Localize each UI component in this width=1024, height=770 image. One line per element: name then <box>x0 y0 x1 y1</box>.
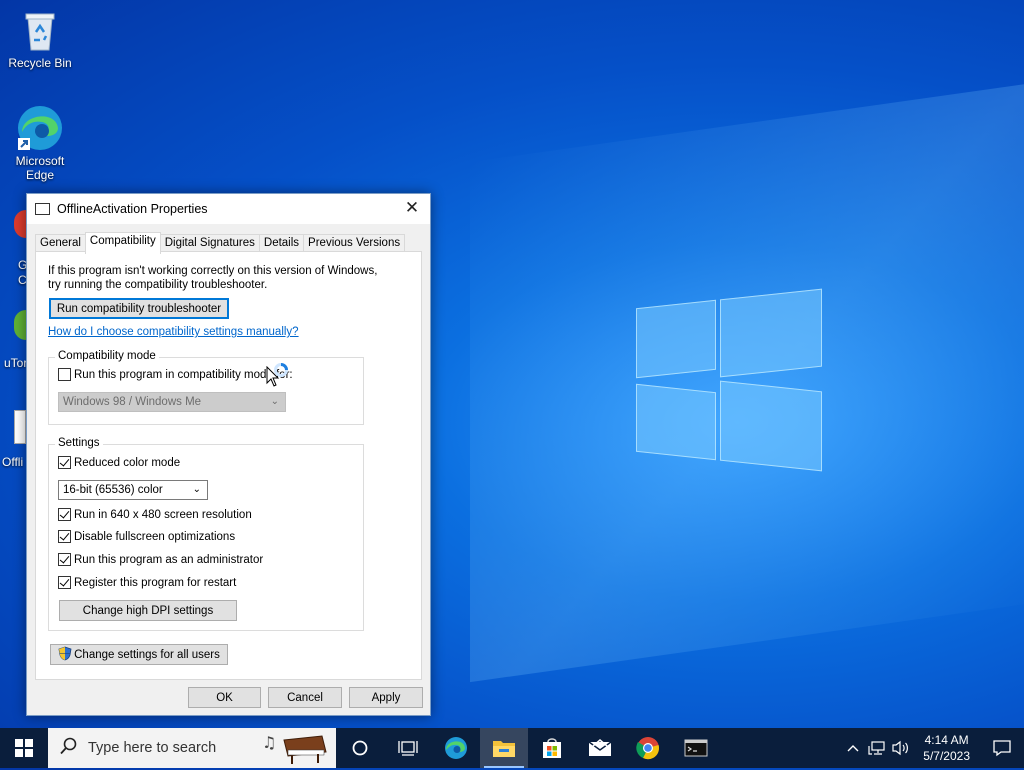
taskbar-file-explorer[interactable] <box>480 728 528 768</box>
desktop-label-partial: uTor <box>4 356 28 370</box>
clock-time: 4:14 AM <box>924 733 969 747</box>
network-button[interactable] <box>865 728 889 768</box>
desktop-icon-label: Recycle Bin <box>8 56 72 70</box>
cancel-button[interactable]: Cancel <box>268 687 342 708</box>
res-640-label: Run in 640 x 480 screen resolution <box>74 508 252 521</box>
run-troubleshooter-button[interactable]: Run compatibility troubleshooter <box>49 298 229 319</box>
volume-button[interactable] <box>889 728 913 768</box>
res-640-row[interactable]: Run in 640 x 480 screen resolution <box>58 508 252 521</box>
desktop-icon-offline-partial[interactable] <box>14 410 26 444</box>
task-view-icon <box>398 741 418 756</box>
notification-icon <box>993 740 1011 757</box>
ok-button[interactable]: OK <box>188 687 261 708</box>
disable-fullscreen-row[interactable]: Disable fullscreen optimizations <box>58 530 235 543</box>
task-view-button[interactable] <box>384 728 432 768</box>
svg-text:♫: ♫ <box>262 733 276 752</box>
start-button[interactable] <box>0 728 48 768</box>
compat-mode-checkbox[interactable] <box>58 368 71 381</box>
edge-icon <box>445 737 467 759</box>
shield-icon <box>58 646 72 664</box>
run-admin-row[interactable]: Run this program as an administrator <box>58 553 263 566</box>
compat-mode-label: Run this program in compatibility mode f… <box>74 368 293 381</box>
desktop-icon-label: Microsoft Edge <box>15 154 65 182</box>
reduced-color-row[interactable]: Reduced color mode <box>58 456 180 469</box>
desktop-icon-utorrent-partial[interactable] <box>14 310 26 340</box>
mail-icon <box>588 739 612 756</box>
chevron-up-icon <box>847 745 859 752</box>
network-icon <box>868 741 885 755</box>
folder-icon <box>493 741 515 757</box>
compat-os-select[interactable]: Windows 98 / Windows Me ⌄ <box>58 392 286 412</box>
taskbar-chrome[interactable] <box>624 728 672 768</box>
search-icon <box>60 737 78 759</box>
action-center-button[interactable] <box>980 728 1024 768</box>
window-icon <box>35 203 50 215</box>
change-dpi-button[interactable]: Change high DPI settings <box>59 600 237 621</box>
tray-overflow-button[interactable] <box>841 728 865 768</box>
cortana-circle-icon <box>352 740 368 756</box>
register-restart-checkbox[interactable] <box>58 576 71 589</box>
desktop-icon-edge[interactable]: Microsoft Edge <box>2 104 78 182</box>
run-admin-label: Run this program as an administrator <box>74 553 264 566</box>
desktop-label-partial: Offli <box>2 455 24 469</box>
recycle-bin-icon <box>16 6 64 54</box>
desktop-icon-recycle-bin[interactable]: Recycle Bin <box>2 6 78 70</box>
intro-text: If this program isn't working correctly … <box>48 265 378 291</box>
store-icon <box>543 738 561 758</box>
reduced-color-label: Reduced color mode <box>74 456 181 469</box>
taskbar-store[interactable] <box>528 728 576 768</box>
manual-settings-link[interactable]: How do I choose compatibility settings m… <box>48 326 299 338</box>
compat-mode-title: Compatibility mode <box>55 350 159 362</box>
windows-logo-wallpaper <box>636 288 822 480</box>
register-restart-label: Register this program for restart <box>74 576 237 589</box>
chevron-down-icon: ⌄ <box>270 396 279 407</box>
taskbar: Type here to search ♫ 4:14 AM 5/7/2023 <box>0 728 1024 768</box>
taskbar-search-box[interactable]: Type here to search ♫ <box>48 728 336 768</box>
taskbar-terminal[interactable] <box>672 728 720 768</box>
close-icon[interactable]: ✕ <box>400 197 424 221</box>
tab-strip: General Compatibility Digital Signatures… <box>35 232 406 254</box>
color-depth-select[interactable]: 16-bit (65536) color ⌄ <box>58 480 208 500</box>
clock-date: 5/7/2023 <box>923 749 970 763</box>
change-all-users-label: Change settings for all users <box>74 648 220 661</box>
reduced-color-checkbox[interactable] <box>58 456 71 469</box>
search-highlight-piano-icon: ♫ <box>260 730 330 770</box>
settings-group: Settings Reduced color mode 16-bit (6553… <box>48 437 364 631</box>
taskbar-mail[interactable] <box>576 728 624 768</box>
tab-compatibility[interactable]: Compatibility <box>84 232 161 254</box>
windows-start-icon <box>15 739 33 757</box>
dialog-title: OfflineActivation Properties <box>57 202 208 216</box>
run-admin-checkbox[interactable] <box>58 553 71 566</box>
speaker-icon <box>892 740 909 756</box>
dialog-titlebar[interactable]: OfflineActivation Properties ✕ <box>27 194 430 224</box>
busy-spinner-icon <box>273 362 289 381</box>
compat-mode-group: Compatibility mode Run this program in c… <box>48 350 364 425</box>
taskbar-clock[interactable]: 4:14 AM 5/7/2023 <box>913 732 980 764</box>
system-tray: 4:14 AM 5/7/2023 <box>841 728 1024 768</box>
apply-button[interactable]: Apply <box>349 687 423 708</box>
disable-fullscreen-label: Disable fullscreen optimizations <box>74 530 236 543</box>
search-placeholder: Type here to search <box>88 740 217 756</box>
edge-icon <box>16 104 64 152</box>
chrome-icon <box>636 737 659 760</box>
compatibility-panel: If this program isn't working correctly … <box>35 251 422 680</box>
desktop-icon-chrome-partial[interactable] <box>14 210 26 238</box>
properties-dialog: OfflineActivation Properties ✕ General C… <box>26 193 431 716</box>
compat-os-value: Windows 98 / Windows Me <box>63 396 202 408</box>
res-640-checkbox[interactable] <box>58 508 71 521</box>
color-depth-value: 16-bit (65536) color <box>63 484 163 496</box>
settings-title: Settings <box>55 437 103 449</box>
register-restart-row[interactable]: Register this program for restart <box>58 576 236 589</box>
taskbar-edge[interactable] <box>432 728 480 768</box>
terminal-icon <box>684 739 708 757</box>
cortana-button[interactable] <box>336 728 384 768</box>
chevron-down-icon: ⌄ <box>192 484 201 495</box>
disable-fullscreen-checkbox[interactable] <box>58 530 71 543</box>
compat-mode-row[interactable]: Run this program in compatibility mode f… <box>58 368 293 381</box>
change-all-users-button[interactable]: Change settings for all users <box>50 644 228 665</box>
